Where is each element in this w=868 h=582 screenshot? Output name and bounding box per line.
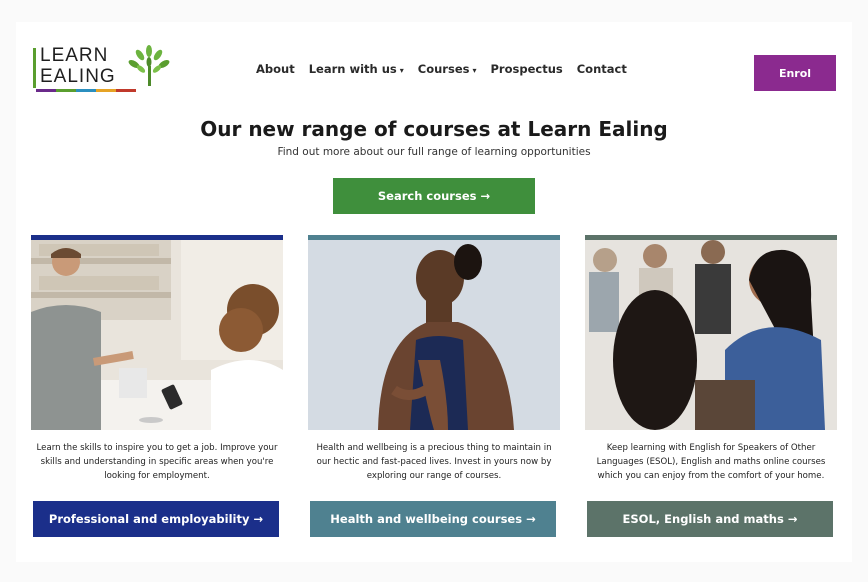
card-description: Health and wellbeing is a precious thing… [316,443,552,481]
course-card-professional: Learn the skills to inspire you to get a… [31,235,283,547]
screenshot-frame: LEARN EALING About Learn with us ▾ Course… [0,0,868,582]
course-card-esol: Keep learning with English for Speakers … [585,235,837,547]
course-card-health: Health and wellbeing is a precious thing… [308,235,560,547]
main-nav: About Learn with us ▾ Courses ▾ Prospectus… [256,62,627,76]
health-wellbeing-button[interactable]: Health and wellbeing courses → [310,501,556,537]
nav-label: About [256,62,295,76]
page-subtitle: Find out more about our full range of le… [277,146,591,158]
enrol-button[interactable]: Enrol [754,55,836,91]
nav-item-about[interactable]: About [256,62,295,76]
nav-item-learn-with-us[interactable]: Learn with us ▾ [309,62,404,76]
nav-item-courses[interactable]: Courses ▾ [418,62,477,76]
tree-icon [128,45,170,86]
nav-item-contact[interactable]: Contact [577,62,627,76]
chevron-down-icon: ▾ [399,66,404,75]
card-photo-classroom [585,240,837,430]
nav-item-prospectus[interactable]: Prospectus [491,62,563,76]
page: LEARN EALING About Learn with us ▾ Course… [16,22,852,562]
nav-label: Learn with us [308,62,397,76]
card-photo-meditation [308,240,560,430]
esol-english-maths-button[interactable]: ESOL, English and maths → [587,501,833,537]
logo-text-learn: LEARN [40,45,109,66]
card-photo-shop-counter [31,240,283,430]
logo-color-stripe [36,89,136,92]
logo-text-ealing: EALING [40,66,116,87]
nav-label: Courses [417,62,470,76]
page-title: Our new range of courses at Learn Ealing [200,117,668,141]
nav-label: Prospectus [490,62,563,76]
search-courses-button[interactable]: Search courses → [333,178,535,214]
professional-employability-button[interactable]: Professional and employability → [33,501,279,537]
nav-label: Contact [576,62,627,76]
learn-ealing-logo[interactable]: LEARN EALING [30,40,170,96]
logo-bar [33,48,36,88]
card-description: Learn the skills to inspire you to get a… [36,443,278,481]
card-description: Keep learning with English for Speakers … [596,443,826,481]
chevron-down-icon: ▾ [472,66,477,75]
